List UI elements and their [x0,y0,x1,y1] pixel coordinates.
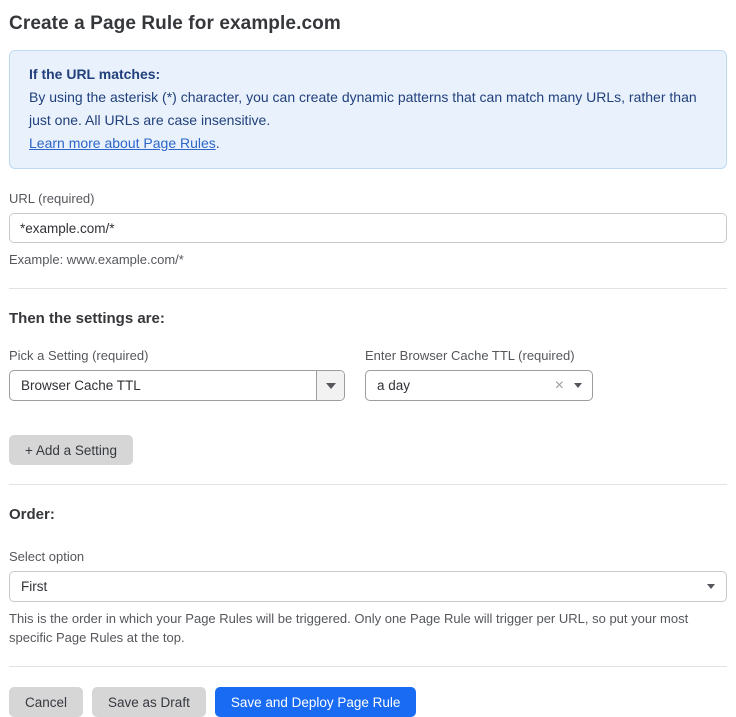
info-banner-link-row: Learn more about Page Rules. [29,132,707,155]
ttl-combobox-value: a day [366,378,555,393]
url-field-helper: Example: www.example.com/* [9,250,727,269]
add-setting-button[interactable]: + Add a Setting [9,435,133,465]
ttl-combobox-arrow[interactable] [570,383,592,388]
chevron-down-icon [326,383,336,389]
url-input[interactable] [9,213,727,243]
divider [9,484,727,485]
url-field-label: URL (required) [9,191,727,206]
save-deploy-button[interactable]: Save and Deploy Page Rule [215,687,417,717]
divider [9,288,727,289]
setting-select-arrow-cell[interactable] [316,371,344,400]
cancel-button[interactable]: Cancel [9,687,83,717]
clear-icon[interactable]: × [555,378,570,394]
divider [9,666,727,667]
order-select[interactable]: First [9,571,727,602]
ttl-combobox[interactable]: a day × [365,370,593,401]
url-field-group: URL (required) Example: www.example.com/… [9,191,727,269]
order-helper-text: This is the order in which your Page Rul… [9,609,727,647]
order-select-label: Select option [9,549,727,564]
footer-actions: Cancel Save as Draft Save and Deploy Pag… [9,687,727,717]
learn-more-link[interactable]: Learn more about Page Rules [29,135,216,151]
url-match-info-banner: If the URL matches: By using the asteris… [9,50,727,169]
settings-section-heading: Then the settings are: [9,310,727,327]
info-banner-body: By using the asterisk (*) character, you… [29,86,707,132]
chevron-down-icon [707,584,715,589]
ttl-picker-label: Enter Browser Cache TTL (required) [365,348,593,363]
settings-row: Pick a Setting (required) Browser Cache … [9,348,727,401]
info-banner-heading: If the URL matches: [29,63,707,86]
order-select-value: First [21,579,47,594]
setting-picker-group: Pick a Setting (required) Browser Cache … [9,348,345,401]
page-title: Create a Page Rule for example.com [9,13,727,35]
save-draft-button[interactable]: Save as Draft [92,687,206,717]
setting-picker-label: Pick a Setting (required) [9,348,345,363]
chevron-down-icon [574,383,582,388]
page-rule-form: Create a Page Rule for example.com If th… [0,0,736,717]
setting-select[interactable]: Browser Cache TTL [9,370,345,401]
link-suffix: . [216,135,220,151]
order-section-heading: Order: [9,506,727,523]
setting-select-value: Browser Cache TTL [10,378,316,393]
ttl-picker-group: Enter Browser Cache TTL (required) a day… [365,348,593,401]
